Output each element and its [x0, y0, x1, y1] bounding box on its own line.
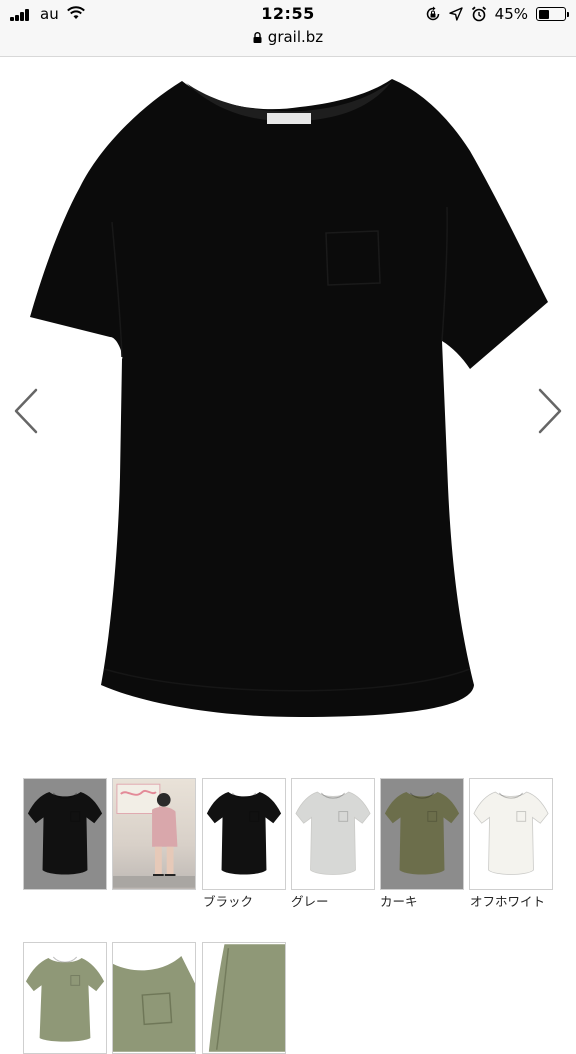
- lock-icon: [253, 29, 262, 43]
- khaki-hem-detail-thumb: [208, 944, 285, 1052]
- rotation-lock-icon: [426, 6, 439, 21]
- product-image[interactable]: [0, 57, 576, 757]
- thumbnail-1[interactable]: [23, 778, 107, 890]
- thumbnail-5[interactable]: [380, 778, 464, 890]
- black-tshirt-thumb: [206, 792, 282, 875]
- khaki-tshirt-thumb: [384, 792, 460, 875]
- color-label-black[interactable]: ブラック: [203, 894, 287, 909]
- thumbnail-9[interactable]: [202, 942, 286, 1054]
- model-photo-thumb: [113, 783, 195, 888]
- status-bar: au 12:55 grail.bz 45%: [0, 0, 576, 57]
- offwhite-tshirt-thumb: [473, 791, 549, 875]
- thumbnail-8[interactable]: [112, 942, 196, 1054]
- black-tshirt-thumb: [27, 792, 103, 875]
- location-icon: [448, 7, 463, 21]
- thumbnail-6[interactable]: [469, 778, 553, 890]
- alarm-icon: [471, 6, 486, 22]
- color-label-offwhite[interactable]: オフホワイト: [470, 894, 550, 909]
- thumbnail-7[interactable]: [23, 942, 107, 1054]
- thumbnail-4[interactable]: [291, 778, 375, 890]
- status-icons: 45%: [425, 5, 569, 23]
- next-image-arrow-icon[interactable]: [536, 386, 566, 436]
- black-tshirt-image: [30, 79, 548, 717]
- address-bar[interactable]: grail.bz: [0, 28, 576, 46]
- battery-icon: [536, 7, 569, 21]
- thumbnail-3[interactable]: [202, 778, 286, 890]
- color-label-khaki[interactable]: カーキ: [380, 894, 464, 909]
- gray-tshirt-thumb: [295, 791, 371, 875]
- khaki-tshirt-thumb: [25, 956, 105, 1042]
- battery-percent: 45%: [494, 5, 528, 23]
- previous-image-arrow-icon[interactable]: [10, 386, 40, 436]
- url-text: grail.bz: [267, 28, 324, 46]
- color-label-gray[interactable]: グレー: [291, 894, 375, 909]
- thumbnail-2[interactable]: [112, 778, 196, 890]
- khaki-detail-thumb: [113, 956, 195, 1052]
